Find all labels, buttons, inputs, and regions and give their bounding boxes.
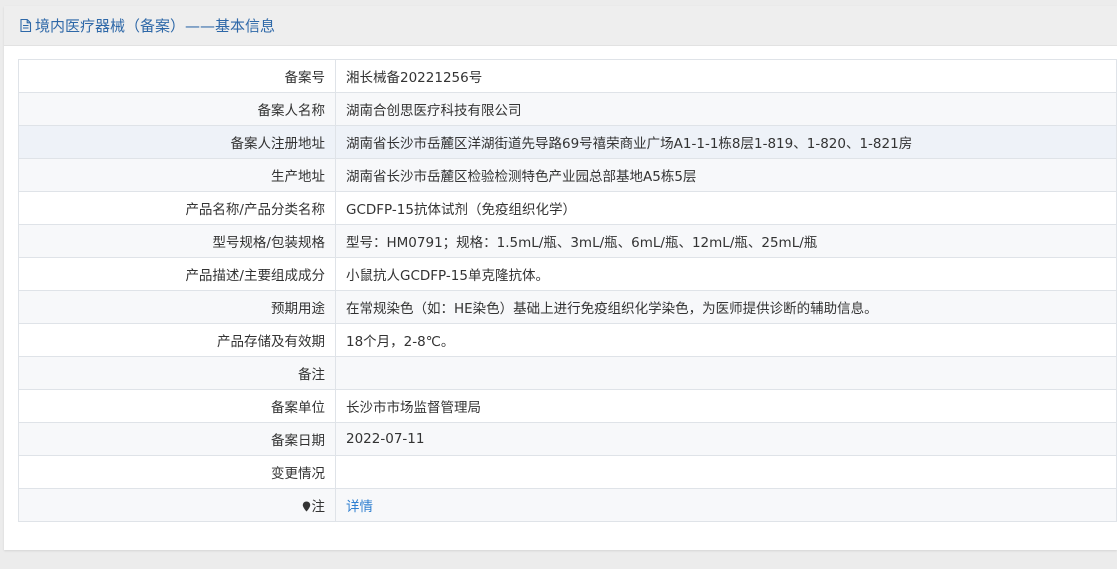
table-row: 备案单位 长沙市市场监督管理局	[18, 389, 1117, 423]
table-row: 备案号 湘长械备20221256号	[18, 59, 1117, 93]
row-value: 在常规染色（如：HE染色）基础上进行免疫组织化学染色，为医师提供诊断的辅助信息。	[335, 290, 1117, 324]
table-row-note: 注 详情	[18, 488, 1117, 522]
table-row: 型号规格/包装规格 型号：HM0791；规格：1.5mL/瓶、3mL/瓶、6mL…	[18, 224, 1117, 258]
row-value: 湖南合创思医疗科技有限公司	[335, 92, 1117, 126]
row-value	[335, 455, 1117, 489]
pin-icon	[302, 500, 311, 512]
row-label: 产品存储及有效期	[18, 323, 336, 357]
table-row: 备案日期 2022-07-11	[18, 422, 1117, 456]
document-icon	[18, 18, 33, 33]
table-row: 变更情况	[18, 455, 1117, 489]
details-link[interactable]: 详情	[346, 499, 373, 515]
table-row: 预期用途 在常规染色（如：HE染色）基础上进行免疫组织化学染色，为医师提供诊断的…	[18, 290, 1117, 324]
table-row: 备案人注册地址 湖南省长沙市岳麓区洋湖街道先导路69号禧荣商业广场A1-1-1栋…	[18, 125, 1117, 159]
panel-header: 境内医疗器械（备案）——基本信息	[4, 6, 1117, 46]
info-table: 备案号 湘长械备20221256号 备案人名称 湖南合创思医疗科技有限公司 备案…	[18, 59, 1117, 522]
row-label: 变更情况	[18, 455, 336, 489]
row-value: 湖南省长沙市岳麓区检验检测特色产业园总部基地A5栋5层	[335, 158, 1117, 192]
table-row: 备注	[18, 356, 1117, 390]
table-row: 产品名称/产品分类名称 GCDFP-15抗体试剂（免疫组织化学）	[18, 191, 1117, 225]
row-value: 型号：HM0791；规格：1.5mL/瓶、3mL/瓶、6mL/瓶、12mL/瓶、…	[335, 224, 1117, 258]
row-label: 备注	[18, 356, 336, 390]
row-label: 备案号	[18, 59, 336, 93]
page-title: 境内医疗器械（备案）——基本信息	[35, 17, 276, 35]
row-label: 备案人注册地址	[18, 125, 336, 159]
row-value: 长沙市市场监督管理局	[335, 389, 1117, 423]
row-value: 18个月，2-8℃。	[335, 323, 1117, 357]
table-row: 产品存储及有效期 18个月，2-8℃。	[18, 323, 1117, 357]
note-value-cell: 详情	[335, 488, 1117, 522]
row-value: 湖南省长沙市岳麓区洋湖街道先导路69号禧荣商业广场A1-1-1栋8层1-819、…	[335, 125, 1117, 159]
table-row: 生产地址 湖南省长沙市岳麓区检验检测特色产业园总部基地A5栋5层	[18, 158, 1117, 192]
row-value: 小鼠抗人GCDFP-15单克隆抗体。	[335, 257, 1117, 291]
row-label: 生产地址	[18, 158, 336, 192]
row-label: 备案日期	[18, 422, 336, 456]
row-label: 型号规格/包装规格	[18, 224, 336, 258]
info-panel: 境内医疗器械（备案）——基本信息 备案号 湘长械备20221256号 备案人名称…	[4, 6, 1117, 550]
row-value: 2022-07-11	[335, 422, 1117, 456]
table-row: 备案人名称 湖南合创思医疗科技有限公司	[18, 92, 1117, 126]
row-label: 备案人名称	[18, 92, 336, 126]
table-row: 产品描述/主要组成成分 小鼠抗人GCDFP-15单克隆抗体。	[18, 257, 1117, 291]
row-value: GCDFP-15抗体试剂（免疫组织化学）	[335, 191, 1117, 225]
row-label: 备案单位	[18, 389, 336, 423]
row-value	[335, 356, 1117, 390]
row-label: 预期用途	[18, 290, 336, 324]
note-label-cell: 注	[18, 488, 336, 522]
row-value: 湘长械备20221256号	[335, 59, 1117, 93]
note-label: 注	[311, 499, 326, 515]
row-label: 产品描述/主要组成成分	[18, 257, 336, 291]
row-label: 产品名称/产品分类名称	[18, 191, 336, 225]
